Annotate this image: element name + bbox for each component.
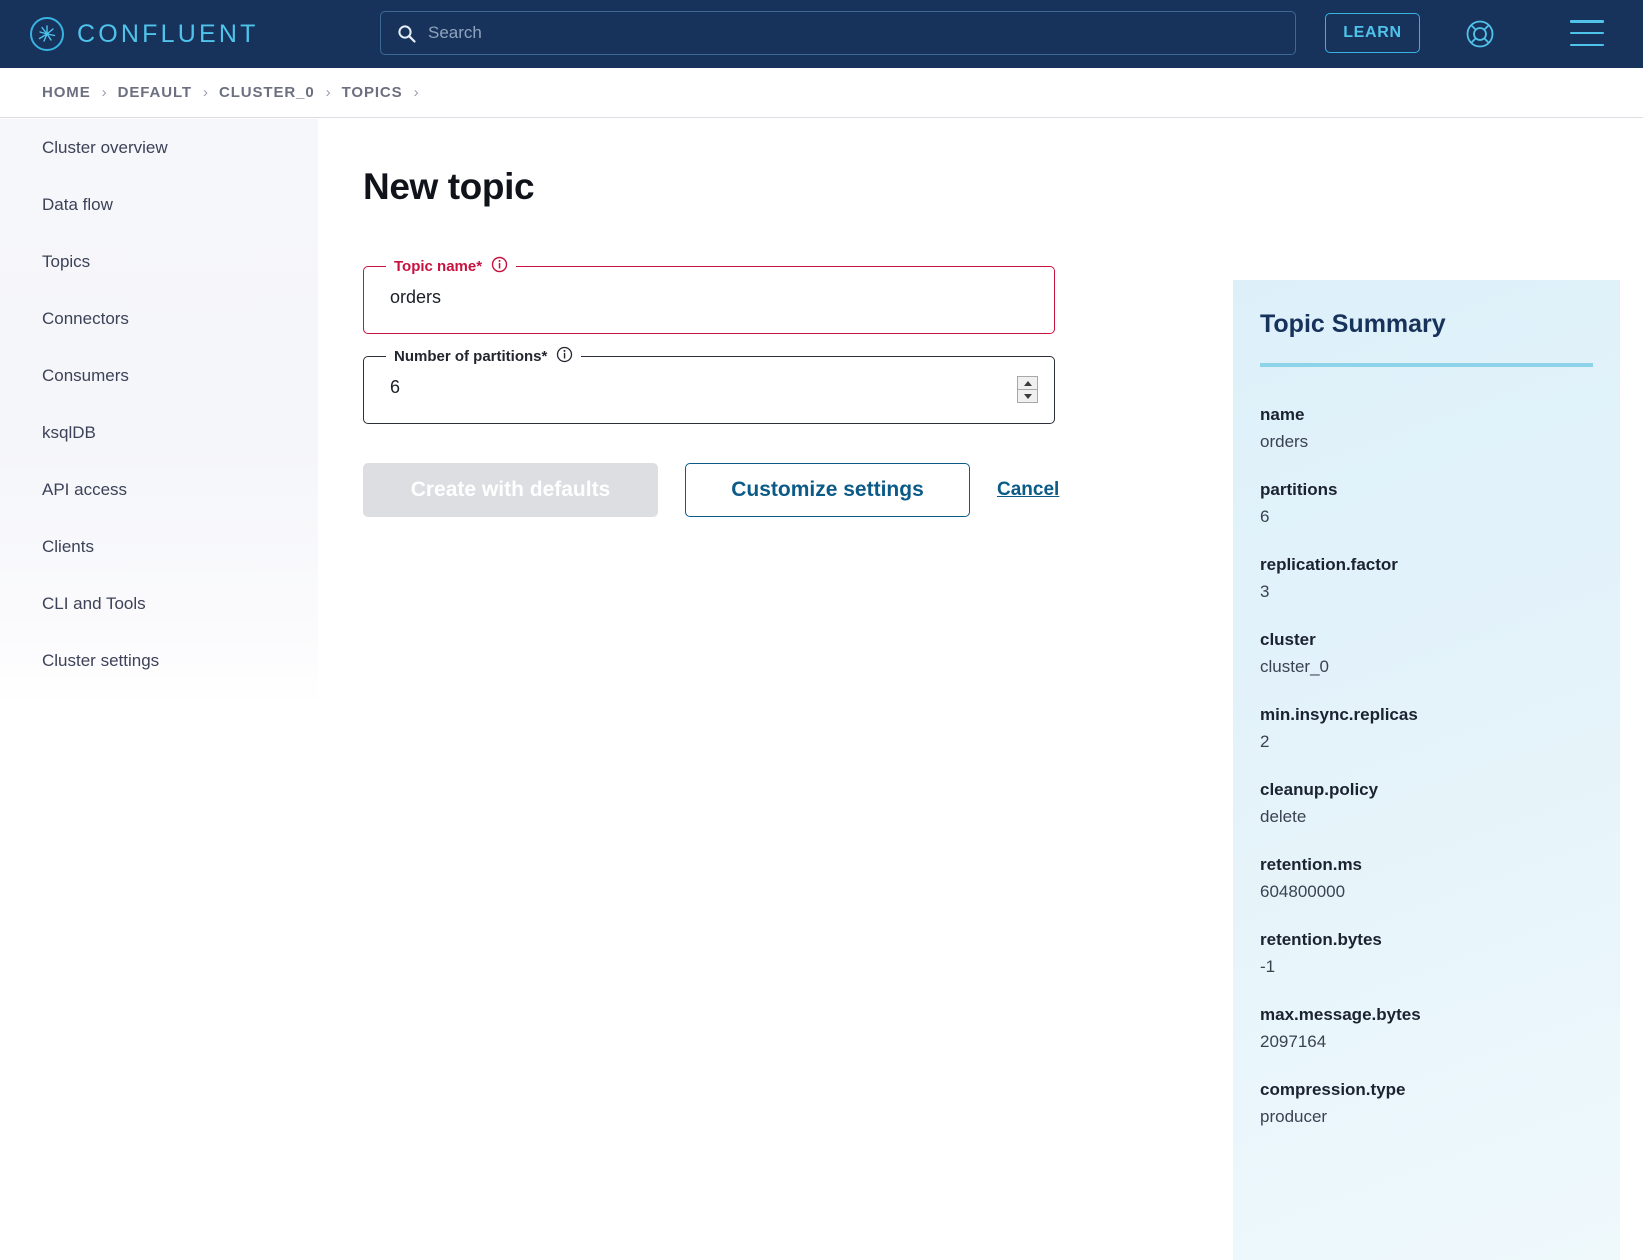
number-of-partitions-field[interactable]: Number of partitions* bbox=[363, 346, 1055, 424]
summary-key: retention.bytes bbox=[1260, 930, 1382, 949]
brand-name: CONFLUENT bbox=[77, 19, 259, 48]
sidebar-item-cli-and-tools[interactable]: CLI and Tools bbox=[0, 575, 318, 632]
learn-button[interactable]: LEARN bbox=[1325, 13, 1420, 53]
search-input[interactable] bbox=[428, 23, 1228, 43]
summary-key: replication.factor bbox=[1260, 555, 1398, 574]
summary-row: retention.bytes -1 bbox=[1260, 930, 1620, 977]
summary-value: 604800000 bbox=[1260, 882, 1346, 901]
chevron-right-icon: › bbox=[202, 84, 208, 101]
info-circle-icon[interactable] bbox=[556, 346, 573, 367]
summary-row: name orders bbox=[1260, 405, 1620, 452]
sidebar-item-cluster-settings[interactable]: Cluster settings bbox=[0, 632, 318, 689]
summary-row: min.insync.replicas 2 bbox=[1260, 705, 1620, 752]
sidebar-item-label: Topics bbox=[42, 251, 91, 271]
sidebar-item-label: CLI and Tools bbox=[42, 593, 146, 613]
summary-row: cleanup.policy delete bbox=[1260, 780, 1620, 827]
quantity-stepper[interactable] bbox=[1017, 376, 1038, 403]
create-with-defaults-button[interactable]: Create with defaults bbox=[363, 463, 658, 517]
sidebar-item-label: API access bbox=[42, 479, 128, 499]
summary-value: orders bbox=[1260, 432, 1309, 451]
summary-value: delete bbox=[1260, 807, 1307, 826]
chevron-right-icon: › bbox=[325, 84, 331, 101]
summary-value: 2097164 bbox=[1260, 1032, 1327, 1051]
sidebar-item-label: Data flow bbox=[42, 194, 113, 214]
summary-row: max.message.bytes 2097164 bbox=[1260, 1005, 1620, 1052]
topic-name-input[interactable] bbox=[390, 287, 990, 308]
summary-row: partitions 6 bbox=[1260, 480, 1620, 527]
brand-logo[interactable]: CONFLUENT bbox=[30, 17, 259, 51]
breadcrumb: HOME › DEFAULT › CLUSTER_0 › TOPICS › bbox=[0, 68, 1643, 118]
topic-name-field[interactable]: Topic name* bbox=[363, 256, 1055, 334]
summary-value: cluster_0 bbox=[1260, 657, 1329, 676]
info-circle-icon[interactable] bbox=[491, 256, 508, 277]
topic-summary-divider bbox=[1260, 363, 1593, 367]
customize-settings-button[interactable]: Customize settings bbox=[685, 463, 970, 517]
summary-row: compression.type producer bbox=[1260, 1080, 1620, 1127]
search-bar[interactable] bbox=[380, 11, 1296, 55]
topic-name-label: Topic name* bbox=[386, 256, 517, 277]
sidebar-item-consumers[interactable]: Consumers bbox=[0, 347, 318, 404]
summary-row: cluster cluster_0 bbox=[1260, 630, 1620, 677]
breadcrumb-item-home[interactable]: HOME bbox=[42, 84, 91, 101]
sidebar-item-label: Cluster overview bbox=[42, 137, 168, 157]
summary-row: replication.factor 3 bbox=[1260, 555, 1620, 602]
sidebar-item-cluster-overview[interactable]: Cluster overview bbox=[0, 119, 318, 176]
summary-key: name bbox=[1260, 405, 1305, 424]
number-of-partitions-input[interactable] bbox=[390, 377, 990, 398]
sidebar-item-connectors[interactable]: Connectors bbox=[0, 290, 318, 347]
stepper-increment-icon[interactable] bbox=[1018, 377, 1037, 390]
sidebar-item-data-flow[interactable]: Data flow bbox=[0, 176, 318, 233]
summary-value: 3 bbox=[1260, 582, 1270, 601]
main-content: New topic Topic name* Number of partitio… bbox=[318, 119, 1233, 1260]
summary-key: cleanup.policy bbox=[1260, 780, 1379, 799]
sidebar-item-label: ksqlDB bbox=[42, 422, 96, 442]
sidebar-item-label: Consumers bbox=[42, 365, 129, 385]
summary-key: partitions bbox=[1260, 480, 1338, 499]
confluent-logo-icon bbox=[30, 17, 64, 51]
summary-value: -1 bbox=[1260, 957, 1276, 976]
summary-value: 2 bbox=[1260, 732, 1270, 751]
sidebar-item-clients[interactable]: Clients bbox=[0, 518, 318, 575]
summary-key: retention.ms bbox=[1260, 855, 1363, 874]
stepper-decrement-icon[interactable] bbox=[1018, 390, 1037, 402]
sidebar-item-label: Clients bbox=[42, 536, 94, 556]
topic-name-label-text: Topic name* bbox=[394, 258, 483, 275]
sidebar-item-topics[interactable]: Topics bbox=[0, 233, 318, 290]
sidebar-item-ksqldb[interactable]: ksqlDB bbox=[0, 404, 318, 461]
number-of-partitions-label: Number of partitions* bbox=[386, 346, 582, 367]
summary-key: compression.type bbox=[1260, 1080, 1406, 1099]
sidebar-navigation: Cluster overview Data flow Topics Connec… bbox=[0, 119, 318, 707]
breadcrumb-item-topics[interactable]: TOPICS bbox=[342, 84, 403, 101]
life-preserver-help-icon[interactable] bbox=[1463, 17, 1497, 51]
breadcrumb-item-cluster-0[interactable]: CLUSTER_0 bbox=[219, 84, 315, 101]
breadcrumb-item-default[interactable]: DEFAULT bbox=[118, 84, 192, 101]
chevron-right-icon: › bbox=[101, 84, 107, 101]
cancel-link[interactable]: Cancel bbox=[997, 479, 1059, 501]
summary-value: 6 bbox=[1260, 507, 1270, 526]
form-actions: Create with defaults Customize settings … bbox=[363, 463, 1233, 517]
summary-value: producer bbox=[1260, 1107, 1328, 1126]
number-of-partitions-label-text: Number of partitions* bbox=[394, 348, 548, 365]
chevron-right-icon: › bbox=[413, 84, 419, 101]
topic-summary-panel: Topic Summary name orders partitions 6 r… bbox=[1233, 280, 1620, 1260]
search-icon bbox=[397, 24, 416, 43]
sidebar-item-label: Connectors bbox=[42, 308, 129, 328]
topic-summary-title: Topic Summary bbox=[1260, 310, 1446, 338]
summary-key: min.insync.replicas bbox=[1260, 705, 1418, 724]
hamburger-menu-icon[interactable] bbox=[1570, 20, 1604, 46]
sidebar-item-api-access[interactable]: API access bbox=[0, 461, 318, 518]
summary-row: retention.ms 604800000 bbox=[1260, 855, 1620, 902]
sidebar-item-label: Cluster settings bbox=[42, 650, 160, 670]
summary-key: cluster bbox=[1260, 630, 1316, 649]
topic-summary-list: name orders partitions 6 replication.fac… bbox=[1260, 405, 1620, 1127]
summary-key: max.message.bytes bbox=[1260, 1005, 1421, 1024]
top-navigation-bar: CONFLUENT LEARN bbox=[0, 0, 1643, 68]
page-title: New topic bbox=[363, 166, 535, 207]
